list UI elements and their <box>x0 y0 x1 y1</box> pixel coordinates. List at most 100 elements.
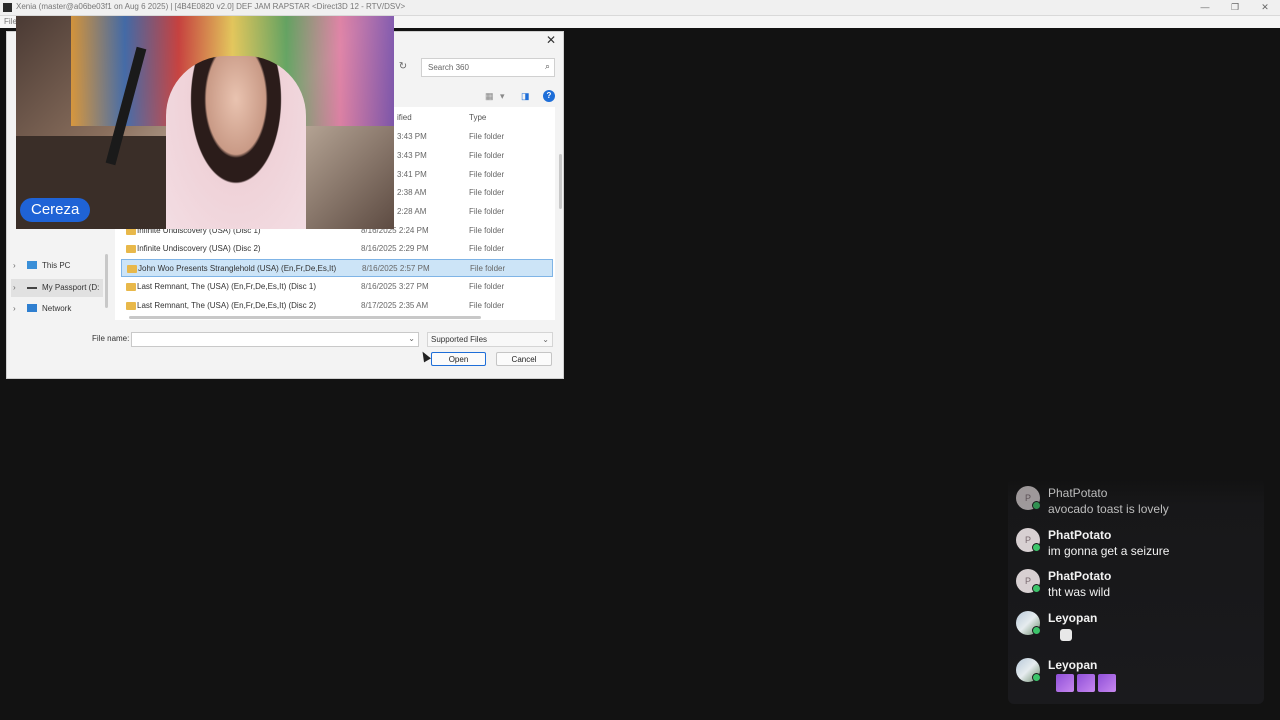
nav-label: My Passport (D: <box>42 283 100 292</box>
chevron-down-icon[interactable]: ⌄ <box>408 334 415 343</box>
app-title: Xenia (master@a06be03f1 on Aug 6 2025) |… <box>16 2 406 11</box>
emote-icon <box>1098 674 1116 692</box>
file-date: 8/16/2025 2:57 PM <box>362 264 430 273</box>
chevron-right-icon[interactable]: › <box>13 261 16 270</box>
chevron-right-icon[interactable]: › <box>13 283 16 292</box>
chat-username: PhatPotato <box>1048 569 1112 583</box>
file-name: Infinite Undiscovery (USA) (Disc 2) <box>137 244 261 253</box>
chat-text: avocado toast is lovely <box>1048 502 1169 516</box>
chat-message: P PhatPotato avocado toast is lovely <box>1016 486 1256 518</box>
file-type: File folder <box>469 226 505 235</box>
chat-overlay: P PhatPotato avocado toast is lovely P P… <box>1008 478 1264 704</box>
file-date: 2:38 AM <box>397 188 427 197</box>
chevron-down-icon[interactable]: ⌄ <box>542 335 549 344</box>
drive-icon <box>27 287 37 289</box>
search-box[interactable]: ⌕ <box>421 58 555 77</box>
chat-message: Leyopan <box>1016 611 1256 647</box>
filter-value: Supported Files <box>431 335 488 344</box>
chat-username: PhatPotato <box>1048 528 1112 542</box>
chat-username: PhatPotato <box>1048 486 1108 500</box>
nav-label: Network <box>42 304 72 313</box>
open-button[interactable]: Open <box>431 352 486 366</box>
search-icon[interactable]: ⌕ <box>545 61 550 72</box>
folder-icon <box>127 265 137 273</box>
close-window-button[interactable]: ✕ <box>1250 0 1280 15</box>
file-type: File folder <box>469 282 505 291</box>
emote-icon <box>1060 629 1072 641</box>
app-icon <box>3 3 12 12</box>
file-name: Last Remnant, The (USA) (En,Fr,De,Es,It)… <box>137 282 317 291</box>
avatar <box>1016 658 1041 682</box>
file-name-combobox[interactable]: ⌄ <box>131 332 419 347</box>
file-row-selected[interactable]: John Woo Presents Stranglehold (USA) (En… <box>121 259 553 277</box>
cancel-button[interactable]: Cancel <box>496 352 552 366</box>
vertical-scrollbar[interactable] <box>559 154 562 209</box>
streamer-name-badge: Cereza <box>20 198 91 222</box>
file-date: 8/16/2025 2:29 PM <box>361 244 429 253</box>
nav-item-this-pc[interactable]: › This PC <box>11 257 103 275</box>
chat-text: tht was wild <box>1048 585 1111 599</box>
navigation-pane: › This PC › My Passport (D: › Network <box>11 254 103 320</box>
nav-item-my-passport[interactable]: › My Passport (D: <box>11 279 103 297</box>
file-name: John Woo Presents Stranglehold (USA) (En… <box>138 264 337 273</box>
help-icon[interactable]: ? <box>543 90 555 102</box>
chat-username: Leyopan <box>1048 658 1098 672</box>
nav-item-network[interactable]: › Network <box>11 300 103 318</box>
file-type: File folder <box>469 151 505 160</box>
emote-icon <box>1056 674 1074 692</box>
file-date: 3:43 PM <box>397 151 427 160</box>
nav-pane-scrollbar[interactable] <box>105 254 108 308</box>
file-date: 3:41 PM <box>397 170 427 179</box>
minimize-button[interactable]: — <box>1190 0 1220 15</box>
file-type: File folder <box>470 264 506 273</box>
file-row[interactable]: Last Remnant, The (USA) (En,Fr,De,Es,It)… <box>121 278 553 296</box>
chat-text: im gonna get a seizure <box>1048 544 1170 558</box>
avatar-initial: P <box>1024 493 1031 503</box>
app-title-bar: Xenia (master@a06be03f1 on Aug 6 2025) |… <box>0 0 1280 16</box>
file-type: File folder <box>469 301 505 310</box>
file-date: 3:43 PM <box>397 132 427 141</box>
avatar-initial: P <box>1024 535 1031 545</box>
online-status-icon <box>1032 501 1041 510</box>
file-name-label: File name: <box>92 334 130 343</box>
avatar-initial: P <box>1024 576 1031 586</box>
webcam-overlay: Cereza <box>16 16 394 229</box>
file-type: File folder <box>469 244 505 253</box>
file-type: File folder <box>469 132 505 141</box>
file-row[interactable]: Last Remnant, The (USA) (En,Fr,De,Es,It)… <box>121 297 553 315</box>
folder-icon <box>126 302 136 310</box>
chevron-right-icon[interactable]: › <box>13 304 16 313</box>
file-type: File folder <box>469 188 505 197</box>
chat-username: Leyopan <box>1048 611 1098 625</box>
avatar: P <box>1016 528 1041 552</box>
maximize-button[interactable]: ❐ <box>1220 0 1250 15</box>
online-status-icon <box>1032 543 1041 552</box>
file-name: Last Remnant, The (USA) (En,Fr,De,Es,It)… <box>137 301 317 310</box>
horizontal-scrollbar[interactable] <box>129 316 481 319</box>
nav-label: This PC <box>42 261 71 270</box>
file-type: File folder <box>469 170 505 179</box>
emote-icon <box>1077 674 1095 692</box>
refresh-icon[interactable]: ↻ <box>395 60 411 74</box>
column-type[interactable]: Type <box>469 113 486 122</box>
chat-message: P PhatPotato tht was wild <box>1016 569 1256 601</box>
file-row[interactable]: Infinite Undiscovery (USA) (Disc 2) 8/16… <box>121 240 553 258</box>
file-type: File folder <box>469 207 505 216</box>
online-status-icon <box>1032 584 1041 593</box>
chat-message: Leyopan <box>1016 658 1256 698</box>
streamer-figure <box>166 56 306 229</box>
online-status-icon <box>1032 626 1041 635</box>
view-dropdown-icon[interactable]: ▾ <box>500 91 505 102</box>
file-type-filter[interactable]: Supported Files ⌄ <box>427 332 553 347</box>
view-options-icon[interactable]: ▦ <box>485 91 494 102</box>
preview-pane-icon[interactable]: ◨ <box>521 91 530 102</box>
mouse-cursor-icon <box>419 349 431 363</box>
online-status-icon <box>1032 673 1041 682</box>
file-name-input[interactable] <box>135 334 405 345</box>
avatar: P <box>1016 569 1041 593</box>
menu-file[interactable]: File <box>4 17 17 26</box>
avatar: P <box>1016 486 1041 510</box>
search-input[interactable] <box>428 61 536 74</box>
dialog-close-button[interactable]: ✕ <box>543 33 559 47</box>
column-date-modified[interactable]: ified <box>397 113 412 122</box>
